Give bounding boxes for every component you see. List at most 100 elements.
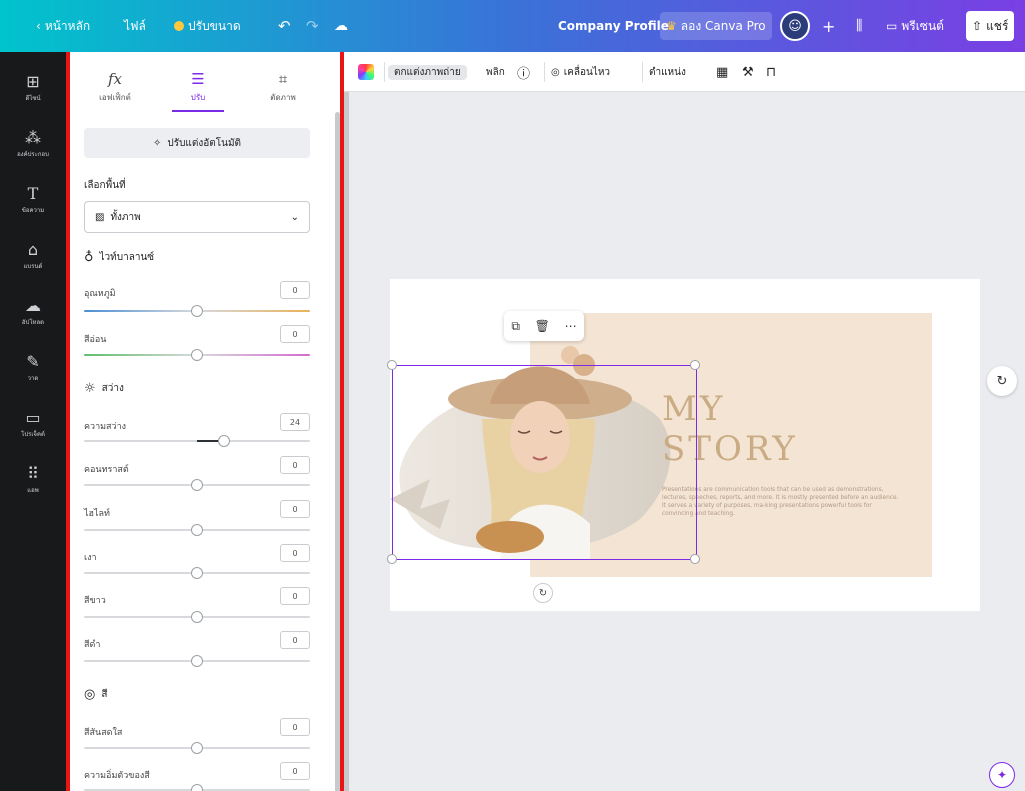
- undo-icon[interactable]: ↶: [272, 17, 297, 35]
- crop-icon: ⌗: [278, 70, 288, 88]
- tint-slider[interactable]: [84, 349, 310, 361]
- slider-thumb[interactable]: [191, 784, 203, 791]
- rotate-icon[interactable]: ↻: [533, 583, 553, 603]
- blacks-value[interactable]: 0: [280, 631, 310, 649]
- slider-thumb[interactable]: [191, 524, 203, 536]
- whites-value[interactable]: 0: [280, 587, 310, 605]
- shadows-slider[interactable]: [84, 567, 310, 579]
- redo-icon[interactable]: ↷: [300, 17, 325, 35]
- auto-enhance-button[interactable]: ✧ ปรับแต่งอัตโนมัติ: [84, 128, 310, 158]
- avatar[interactable]: ☺: [780, 11, 810, 41]
- temperature-label: อุณหภูมิ: [84, 289, 116, 299]
- highlights-value[interactable]: 0: [280, 500, 310, 518]
- animate-button[interactable]: ◎ เคลื่อนไหว: [551, 52, 610, 92]
- vibrance-slider[interactable]: [84, 742, 310, 754]
- sidebar-item-brand[interactable]: ⌂ แบรนด์: [0, 228, 66, 284]
- lock-icon[interactable]: ⊓: [766, 52, 776, 92]
- blacks-slider[interactable]: [84, 655, 310, 667]
- position-button[interactable]: ตำแหน่ง: [649, 52, 686, 92]
- cloud-save-icon[interactable]: ☁: [328, 18, 354, 34]
- shadows-value[interactable]: 0: [280, 544, 310, 562]
- insights-icon[interactable]: ⫼: [850, 18, 868, 34]
- magic-assistant-icon[interactable]: ✦: [989, 762, 1015, 788]
- resize-handle-bottom-left[interactable]: [387, 554, 397, 564]
- home-button[interactable]: ‹ หน้าหลัก: [30, 17, 96, 36]
- canvas-area: ตกแต่งภาพถ่าย พลิก ⓘ ◎ เคลื่อนไหว ตำแหน่…: [344, 52, 1025, 791]
- sidebar-item-projects[interactable]: ▭ โปรเจ็คต์: [0, 396, 66, 452]
- text-icon: T: [27, 184, 39, 203]
- tab-crop[interactable]: ⌗ ตัดภาพ: [248, 70, 318, 104]
- add-collaborator-icon[interactable]: +: [816, 17, 841, 36]
- brightness-value[interactable]: 24: [280, 413, 310, 431]
- transparency-icon[interactable]: ▦: [716, 52, 728, 92]
- tab-adjust[interactable]: ☰ ปรับ: [163, 70, 233, 104]
- color-swatch-icon: [358, 64, 374, 80]
- slider-thumb[interactable]: [191, 655, 203, 667]
- white-balance-heading: ♁ ไวท์บาลานซ์: [84, 250, 155, 265]
- file-menu-button[interactable]: ไฟล์: [118, 17, 152, 36]
- slider-thumb[interactable]: [191, 567, 203, 579]
- refresh-icon[interactable]: ↻: [987, 366, 1017, 396]
- temperature-slider[interactable]: [84, 305, 310, 317]
- crown-icon: [174, 21, 184, 31]
- chevron-left-icon: ‹: [36, 19, 41, 33]
- resize-handle-top-left[interactable]: [387, 360, 397, 370]
- slider-thumb[interactable]: [191, 742, 203, 754]
- trash-icon[interactable]: 🗑: [535, 319, 550, 333]
- elements-icon: ⁂: [25, 128, 41, 147]
- image-icon: ▨: [95, 211, 105, 223]
- tint-label: สีอ่อน: [84, 335, 107, 345]
- vibrance-value[interactable]: 0: [280, 718, 310, 736]
- tab-effects[interactable]: fx เอฟเฟ็กต์: [80, 70, 150, 104]
- adjust-panel: fx เอฟเฟ็กต์ ☰ ปรับ ⌗ ตัดภาพ ✧ ปรับแต่งอ…: [66, 52, 344, 791]
- vibrance-label: สีสันสดใส: [84, 728, 123, 738]
- flip-button[interactable]: พลิก: [486, 52, 505, 92]
- sun-icon: ☼: [84, 381, 96, 396]
- whites-slider[interactable]: [84, 611, 310, 623]
- slider-thumb[interactable]: [191, 349, 203, 361]
- tint-value[interactable]: 0: [280, 325, 310, 343]
- sidebar-item-uploads[interactable]: ☁ อัปโหลด: [0, 284, 66, 340]
- apps-icon: ⠿: [27, 464, 39, 483]
- saturation-value[interactable]: 0: [280, 762, 310, 780]
- slider-thumb[interactable]: [191, 479, 203, 491]
- resize-button[interactable]: ปรับขนาด: [168, 17, 247, 36]
- duplicate-icon[interactable]: ⧉: [511, 319, 520, 334]
- present-button[interactable]: ▭ พรีเซนต์: [880, 17, 950, 36]
- more-options-icon[interactable]: ⋯: [565, 319, 577, 333]
- contrast-value[interactable]: 0: [280, 456, 310, 474]
- top-bar: ‹ หน้าหลัก ไฟล์ ปรับขนาด ↶ ↷ ☁ Company P…: [0, 0, 1025, 52]
- temperature-value[interactable]: 0: [280, 281, 310, 299]
- document-title[interactable]: Company Profile: [552, 19, 675, 33]
- draw-icon: ✎: [26, 352, 40, 371]
- sidebar-item-design[interactable]: ⊞ ดีไซน์: [0, 60, 66, 116]
- sidebar-item-elements[interactable]: ⁂ องค์ประกอบ: [0, 116, 66, 172]
- contrast-slider[interactable]: [84, 479, 310, 491]
- canvas-scrollbar[interactable]: [344, 92, 349, 791]
- saturation-slider[interactable]: [84, 784, 310, 791]
- color-picker-button[interactable]: [358, 52, 374, 92]
- select-area-dropdown[interactable]: ▨ ทั้งภาพ ⌄: [84, 201, 310, 233]
- selection-box[interactable]: [392, 365, 697, 560]
- slide-page[interactable]: MY STORY Presentations are communication…: [387, 279, 980, 611]
- slider-thumb[interactable]: [218, 435, 231, 447]
- sidebar-item-apps[interactable]: ⠿ แอพ: [0, 452, 66, 508]
- brightness-label: ความสว่าง: [84, 422, 127, 432]
- panel-scrollbar[interactable]: [335, 112, 340, 791]
- sidebar-item-draw[interactable]: ✎ วาด: [0, 340, 66, 396]
- share-icon: ⇧: [972, 19, 983, 33]
- edit-photo-button[interactable]: ตกแต่งภาพถ่าย: [388, 64, 467, 80]
- paint-format-icon[interactable]: ⚒: [742, 52, 754, 92]
- brightness-slider[interactable]: [84, 435, 310, 447]
- slider-thumb[interactable]: [191, 305, 203, 317]
- slide-body-text[interactable]: Presentations are communication tools th…: [662, 486, 902, 518]
- info-icon[interactable]: ⓘ: [517, 52, 530, 92]
- slider-thumb[interactable]: [191, 611, 203, 623]
- resize-handle-bottom-right[interactable]: [690, 554, 700, 564]
- sidebar-item-text[interactable]: T ข้อความ: [0, 172, 66, 228]
- try-pro-button[interactable]: ♛ ลอง Canva Pro: [660, 12, 772, 40]
- highlights-slider[interactable]: [84, 524, 310, 536]
- resize-handle-top-right[interactable]: [690, 360, 700, 370]
- share-button[interactable]: ⇧ แชร์: [966, 11, 1015, 41]
- folder-icon: ▭: [25, 408, 41, 427]
